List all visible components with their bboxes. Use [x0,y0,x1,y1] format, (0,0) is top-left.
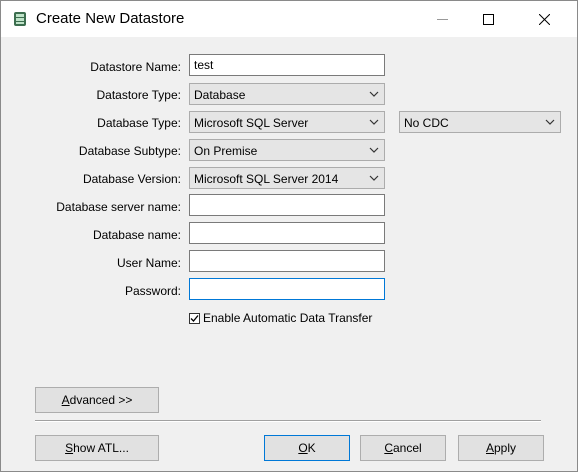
chevron-down-icon [545,119,555,125]
maximize-icon [482,13,494,25]
checkmark-icon [190,314,199,322]
database-subtype-label: Database Subtype: [78,144,181,158]
minimize-button[interactable] [419,1,465,37]
title-bar[interactable]: Create New Datastore [1,1,577,37]
auto-transfer-label: Enable Automatic Data Transfer [203,311,373,325]
apply-button[interactable]: Apply [458,435,544,461]
database-subtype-value: On Premise [194,144,258,158]
database-version-label: Database Version: [82,172,181,186]
database-name-input[interactable] [189,222,385,244]
create-datastore-dialog: Create New Datastore Datastore Name: Dat… [0,0,578,472]
separator [35,420,541,422]
datastore-name-label: Datastore Name: [90,60,181,74]
advanced-button[interactable]: Advanced >> [35,387,159,413]
chevron-down-icon [369,147,379,153]
close-button[interactable] [521,1,567,37]
datastore-type-label: Datastore Type: [96,88,182,102]
password-label: Password: [124,284,181,298]
database-type-value: Microsoft SQL Server [194,116,309,130]
database-type-label: Database Type: [97,116,181,130]
chevron-down-icon [369,175,379,181]
cdc-select[interactable]: No CDC [399,111,561,133]
ok-button-label: OK [298,441,316,455]
database-version-value: Microsoft SQL Server 2014 [194,172,339,186]
cancel-button-label: Cancel [384,441,422,455]
apply-button-label: Apply [485,441,517,455]
datastore-type-select[interactable]: Database [189,83,385,105]
auto-transfer-checkbox[interactable] [189,312,200,324]
show-atl-button[interactable]: Show ATL... [35,435,159,461]
password-input[interactable] [189,278,385,300]
advanced-button-label: Advanced >> [61,393,133,407]
datastore-name-input[interactable] [189,54,385,76]
show-atl-button-label: Show ATL... [65,441,129,455]
cancel-button[interactable]: Cancel [360,435,446,461]
ok-button[interactable]: OK [264,435,350,461]
database-version-select[interactable]: Microsoft SQL Server 2014 [189,167,385,189]
cdc-value: No CDC [404,116,449,130]
window-title: Create New Datastore [36,10,185,27]
server-name-input[interactable] [189,194,385,216]
maximize-button[interactable] [465,1,511,37]
close-icon [538,13,550,25]
database-name-label: Database name: [92,228,181,242]
database-type-select[interactable]: Microsoft SQL Server [189,111,385,133]
user-name-input[interactable] [189,250,385,272]
datastore-icon [14,12,26,26]
minimize-icon [436,18,448,20]
auto-transfer-row[interactable]: Enable Automatic Data Transfer [189,311,372,325]
chevron-down-icon [369,91,379,97]
server-name-label: Database server name: [56,200,181,214]
user-name-label: User Name: [116,256,181,270]
datastore-type-value: Database [194,88,246,102]
chevron-down-icon [369,119,379,125]
database-subtype-select[interactable]: On Premise [189,139,385,161]
